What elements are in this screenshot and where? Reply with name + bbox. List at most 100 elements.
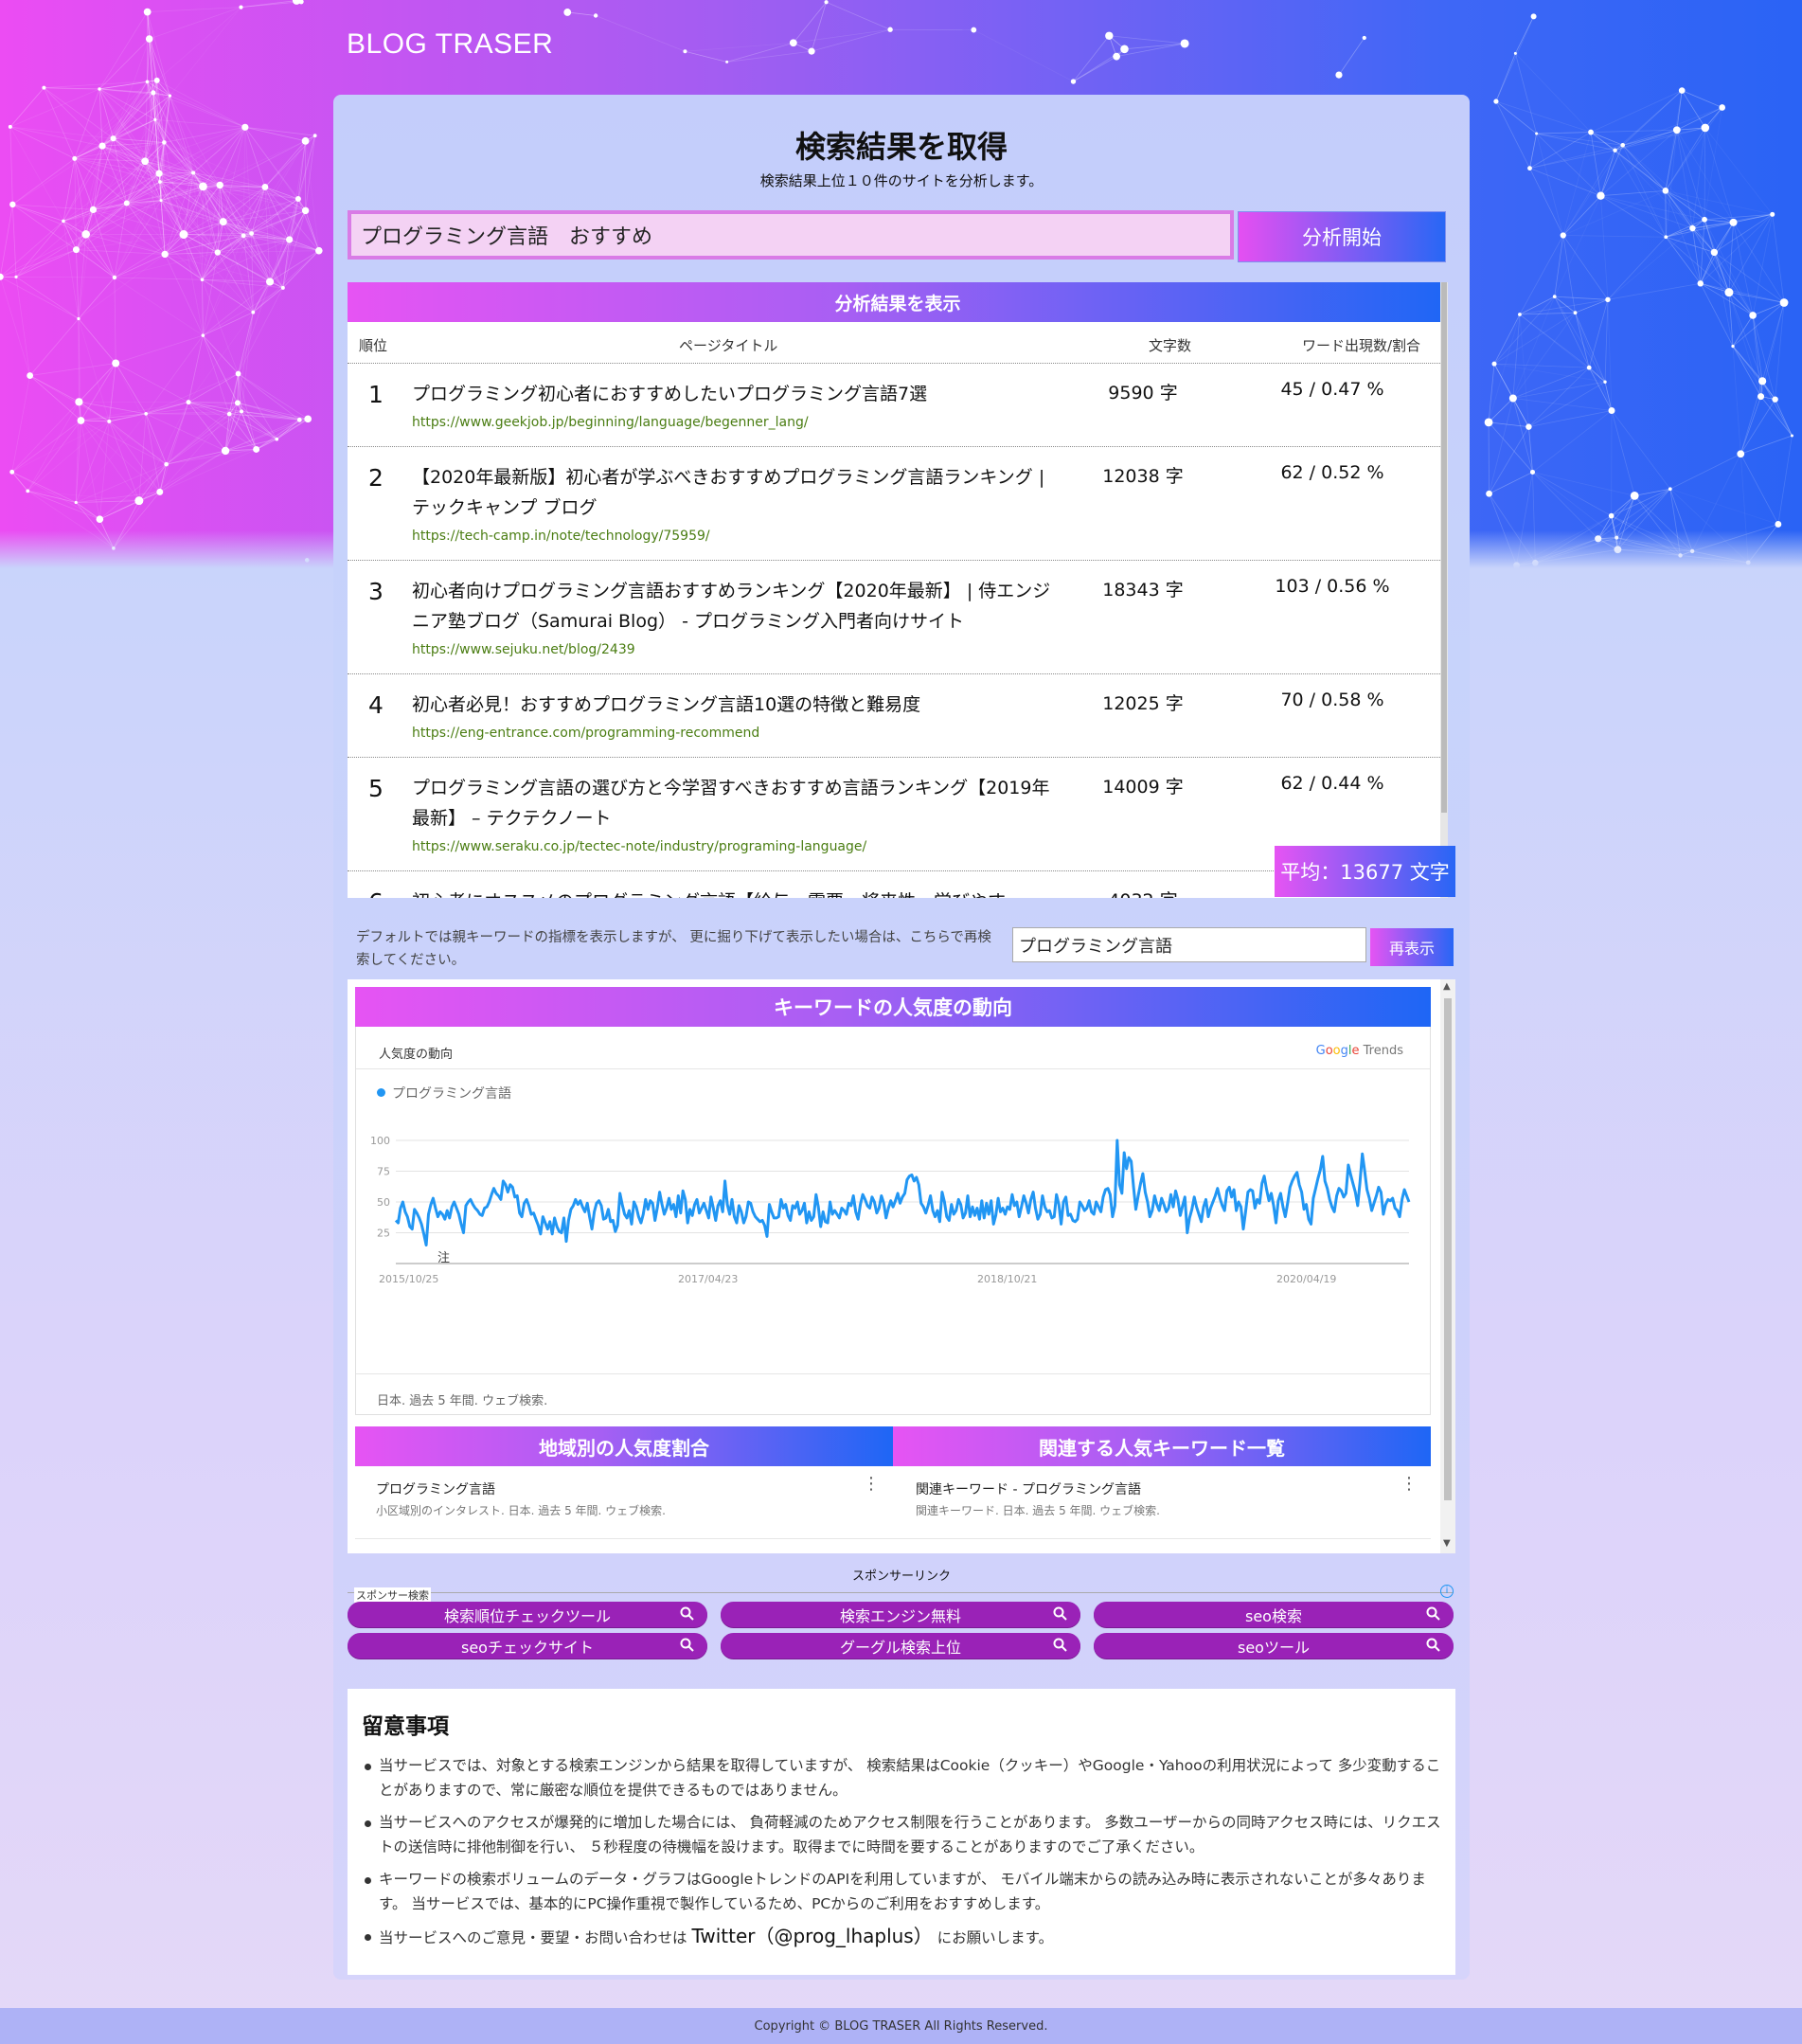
results-title: 分析結果を表示 [348, 282, 1448, 322]
network-node [216, 181, 223, 189]
twitter-link[interactable]: Twitter（@prog_lhaplus） [691, 1925, 932, 1947]
network-node [75, 398, 83, 406]
ad-info-icon[interactable]: i [1440, 1585, 1454, 1598]
analyze-button[interactable]: 分析開始 [1238, 211, 1446, 262]
network-node [9, 469, 15, 475]
table-row: 1 プログラミング初心者におすすめしたいプログラミング言語7選 https://… [348, 364, 1440, 447]
ad-chip[interactable]: グーグル検索上位 [721, 1633, 1080, 1659]
network-node [1597, 191, 1605, 200]
legend-dot [377, 1088, 385, 1097]
network-node [62, 219, 65, 224]
keyword-input[interactable]: プログラミング言語 [1012, 927, 1366, 962]
row-url[interactable]: https://eng-entrance.com/programming-rec… [412, 726, 759, 741]
row-title[interactable]: プログラミング言語の選び方と今学習すべきおすすめ言語ランキング【2019年最新】… [412, 773, 1056, 834]
ad-chip[interactable]: seo検索 [1094, 1602, 1454, 1627]
trends-panel[interactable]: キーワードの人気度の動向 人気度の動向 Google Trends プログラミン… [348, 979, 1455, 1553]
network-node [107, 419, 112, 423]
row-url[interactable]: https://www.sejuku.net/blog/2439 [412, 642, 635, 657]
network-node [151, 90, 156, 96]
row-ratio: 45 / 0.47 % [1280, 379, 1384, 400]
row-title[interactable]: 初心者必見！おすすめプログラミング言語10選の特徴と難易度 [412, 690, 1056, 720]
search-icon [1426, 1638, 1440, 1652]
row-url[interactable]: https://www.geekjob.jp/beginning/languag… [412, 415, 809, 430]
contact-suffix: にお願いします。 [937, 1929, 1054, 1946]
col-chars: 文字数 [1149, 337, 1192, 354]
ad-chip[interactable]: seoチェックサイト [348, 1633, 707, 1659]
network-node [1070, 79, 1077, 84]
network-node [314, 246, 323, 255]
scroll-thumb[interactable] [1441, 282, 1447, 813]
network-node [1724, 288, 1734, 297]
series-line[interactable] [394, 1139, 1411, 1246]
network-node [161, 250, 169, 259]
note-item-contact: 当サービスへのご意見・要望・お問い合わせは Twitter（@prog_lhap… [362, 1924, 1451, 1950]
results-scrollbar[interactable] [1440, 282, 1448, 898]
note-item: 当サービスでは、対象とする検索エンジンから結果を取得していますが、 検索結果はC… [362, 1753, 1451, 1802]
network-node [280, 285, 285, 290]
network-node [226, 411, 232, 417]
y-tick-label: 25 [377, 1228, 390, 1240]
network-node [1573, 311, 1578, 315]
network-node [296, 417, 302, 422]
row-url[interactable]: https://tech-camp.in/note/technology/759… [412, 529, 710, 544]
google-trends-logo[interactable]: Google Trends [1316, 1044, 1403, 1058]
related-title: 関連する人気キーワード一覧 [893, 1426, 1431, 1466]
network-node [251, 310, 256, 314]
network-node [74, 500, 78, 505]
site-logo[interactable]: BLOG TRASER [347, 28, 553, 61]
search-icon [1053, 1638, 1067, 1652]
note-marker[interactable]: 注 [437, 1251, 450, 1265]
card-divider [356, 1373, 1430, 1374]
ad-chip[interactable]: 検索エンジン無料 [721, 1602, 1080, 1627]
ad-chip[interactable]: 検索順位チェックツール [348, 1602, 707, 1627]
network-node [1105, 31, 1114, 40]
scroll-up-icon[interactable]: ▲ [1443, 981, 1451, 992]
ad-chip[interactable]: seoツール [1094, 1633, 1454, 1659]
network-node [265, 278, 275, 286]
network-node [1758, 377, 1767, 385]
trends-scrollbar[interactable]: ▲ ▼ [1440, 979, 1455, 1553]
scroll-down-icon[interactable]: ▼ [1443, 1538, 1451, 1549]
notes-title: 留意事項 [362, 1714, 449, 1739]
ad-chip-label: seoチェックサイト [461, 1638, 594, 1657]
row-title[interactable]: 初心者向けプログラミング言語おすすめランキング【2020年最新】 | 侍エンジニ… [412, 576, 1056, 637]
network-node [286, 236, 294, 243]
network-node [42, 85, 46, 90]
region-title: 地域別の人気度割合 [355, 1426, 893, 1466]
network-node [141, 157, 150, 166]
card-divider [356, 1068, 1430, 1069]
network-node [1662, 188, 1669, 194]
network-node [1772, 396, 1778, 403]
network-node [1525, 423, 1532, 430]
row-url[interactable]: https://www.seraku.co.jp/tectec-note/ind… [412, 839, 866, 854]
row-title[interactable]: プログラミング初心者におすすめしたいプログラミング言語7選 [412, 379, 1056, 409]
refine-help: デフォルトでは親キーワードの指標を表示しますが、 更に掘り下げて表示したい場合は… [356, 930, 991, 968]
ads-divider [348, 1592, 1454, 1593]
network-node [219, 218, 227, 226]
x-tick-label: 2020/04/19 [1276, 1273, 1336, 1285]
redisplay-button[interactable]: 再表示 [1370, 928, 1454, 966]
related-card-title: 関連キーワード - プログラミング言語 [916, 1482, 1141, 1497]
network-node [8, 124, 12, 129]
row-title[interactable]: 【2020年最新版】初心者が学ぶべきおすすめプログラミング言語ランキング | テ… [412, 462, 1056, 523]
trend-footnote: 日本. 過去 5 年間. ウェブ検索. [377, 1394, 548, 1408]
search-input[interactable]: プログラミング言語 おすすめ [348, 210, 1234, 260]
network-node [123, 200, 130, 206]
row-title[interactable]: 初心者にオススメのプログラミング言語【給与・需要・将来性・学びやす [412, 887, 1056, 898]
related-menu-icon[interactable]: ⋮ [1401, 1476, 1418, 1493]
table-row: 3 初心者向けプログラミング言語おすすめランキング【2020年最新】 | 侍エン… [348, 561, 1440, 674]
network-node [1335, 71, 1343, 79]
network-node [1731, 344, 1735, 349]
network-node [1486, 490, 1492, 497]
network-node [162, 140, 167, 145]
network-node [1608, 512, 1615, 519]
region-menu-icon[interactable]: ⋮ [863, 1476, 880, 1493]
trend-line-chart[interactable]: 25 50 75 100 2015/10/25 2017/04/23 2018/10/21 2… [356, 1118, 1430, 1364]
keyword-input-value: プログラミング言語 [1019, 936, 1172, 957]
scroll-thumb[interactable] [1444, 998, 1452, 1500]
results-table[interactable]: 分析結果を表示 順位 ページタイトル 文字数 ワード出現数/割合 1 プログラミ… [348, 282, 1448, 898]
x-tick-label: 2015/10/25 [379, 1273, 438, 1285]
network-node [200, 278, 205, 282]
network-node [179, 230, 188, 240]
network-node [153, 117, 157, 122]
